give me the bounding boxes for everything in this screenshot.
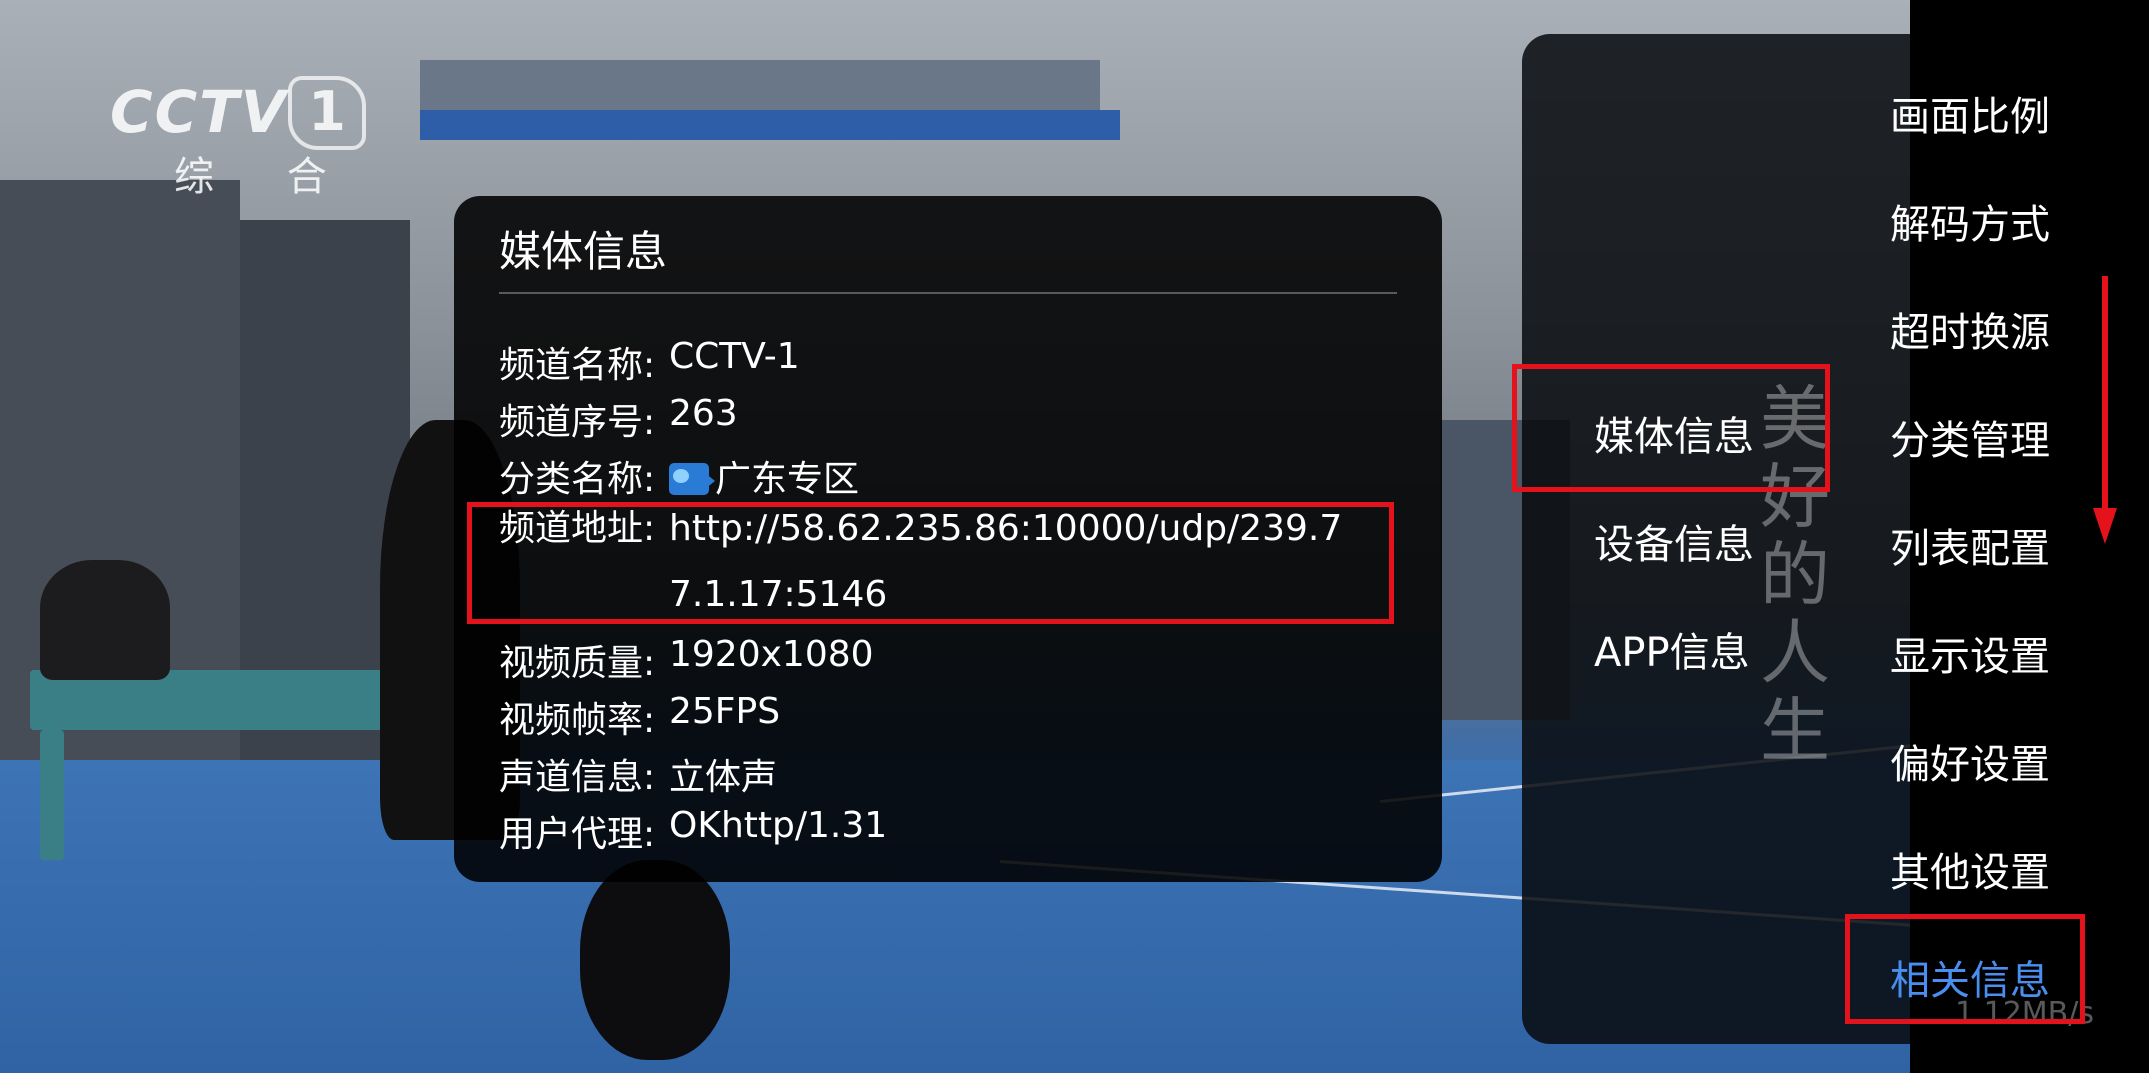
- bench-leg: [40, 730, 64, 860]
- info-label: 频道序号:: [499, 402, 656, 443]
- info-row-video-quality: 视频质量: 1920x1080: [499, 634, 874, 686]
- network-speed: 1.12MB/s: [1955, 996, 2094, 1031]
- menu-item-list-config[interactable]: 列表配置: [1890, 516, 2090, 574]
- info-value: 25FPS: [669, 691, 781, 732]
- info-row-channel-number: 频道序号: 263: [499, 393, 738, 445]
- info-value: CCTV-1: [669, 336, 800, 377]
- divider: [499, 292, 1397, 294]
- info-row-category: 分类名称: 广东专区: [499, 450, 859, 502]
- info-row-address: 频道地址: http://58.62.235.86:10000/udp/239.7…: [499, 496, 1359, 628]
- submenu-item-app-info[interactable]: APP信息: [1594, 620, 1794, 678]
- racket-bag: [580, 860, 730, 1060]
- submenu-item-media-info[interactable]: 媒体信息: [1594, 404, 1794, 462]
- folder-video-icon: [669, 463, 715, 495]
- logo-brand: CCTV: [110, 78, 288, 146]
- dialog-title: 媒体信息: [499, 227, 668, 276]
- info-row-channel-name: 频道名称: CCTV-1: [499, 336, 800, 388]
- menu-item-timeout-source[interactable]: 超时换源: [1890, 300, 2090, 358]
- info-label: 视频帧率:: [499, 700, 656, 741]
- info-row-frame-rate: 视频帧率: 25FPS: [499, 691, 780, 743]
- media-info-dialog: 媒体信息 频道名称: CCTV-1 频道序号: 263 分类名称: 广东专区 频道地址…: [454, 196, 1442, 882]
- menu-item-decoding[interactable]: 解码方式: [1890, 192, 2090, 250]
- info-value: 1920x1080: [669, 634, 874, 675]
- info-row-audio-channels: 声道信息: 立体声: [499, 748, 777, 800]
- person-silhouette: [40, 560, 170, 680]
- logo-channel-number: 1: [288, 76, 366, 150]
- submenu-item-device-info[interactable]: 设备信息: [1594, 512, 1794, 570]
- info-label: 声道信息:: [499, 757, 656, 798]
- blue-beam: [420, 110, 1120, 140]
- info-value: 立体声: [669, 757, 778, 798]
- menu-item-category-management[interactable]: 分类管理: [1890, 408, 2090, 466]
- info-value: 广东专区: [715, 459, 860, 500]
- info-label: 分类名称:: [499, 459, 656, 500]
- watermark-glyph: 生: [1760, 690, 1830, 772]
- logo-subtitle: 综 合: [174, 154, 357, 200]
- down-arrow-icon: [2093, 276, 2117, 544]
- menu-item-preferences[interactable]: 偏好设置: [1890, 732, 2090, 790]
- channel-logo: CCTV 1 综 合: [110, 76, 366, 200]
- menu-item-display-settings[interactable]: 显示设置: [1890, 624, 2090, 682]
- menu-item-aspect-ratio[interactable]: 画面比例: [1890, 84, 2090, 142]
- info-value: http://58.62.235.86:10000/udp/239.77.1.1…: [669, 508, 1343, 615]
- info-row-user-agent: 用户代理: OKhttp/1.31: [499, 805, 887, 857]
- info-value: OKhttp/1.31: [669, 805, 888, 846]
- info-label: 用户代理:: [499, 814, 656, 855]
- info-value: 263: [669, 393, 738, 434]
- info-label: 视频质量:: [499, 643, 656, 684]
- info-label: 频道地址:: [499, 508, 656, 549]
- menu-item-other-settings[interactable]: 其他设置: [1890, 840, 2090, 898]
- info-label: 频道名称:: [499, 345, 656, 386]
